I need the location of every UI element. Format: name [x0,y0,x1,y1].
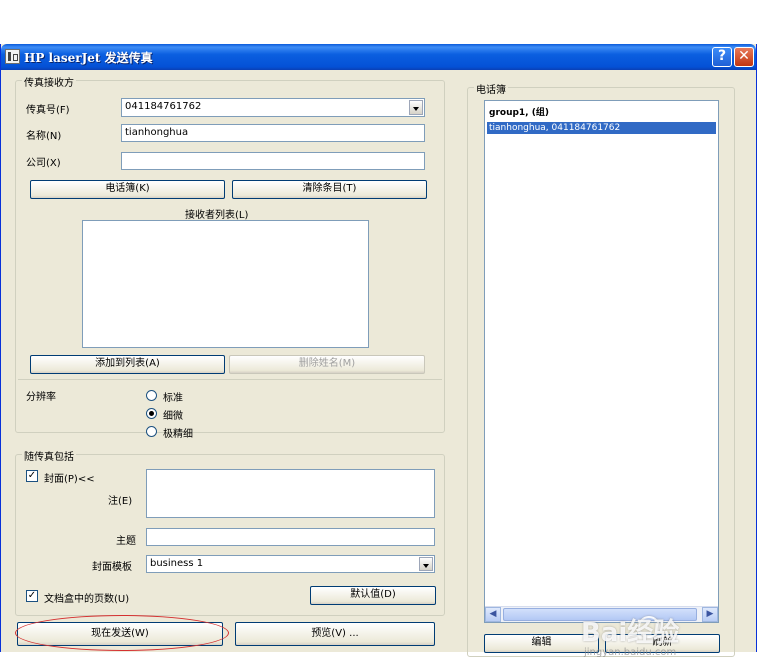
phonebook-entry[interactable]: group1, (组) [487,107,716,119]
recipient-group-title: 传真接收方 [22,74,76,89]
recipient-list-label: 接收者列表(L) [185,210,249,221]
watermark-brand: Bai经验 [581,618,680,648]
add-to-list-button[interactable]: 添加到列表(A) [30,355,225,374]
fax-number-value: 041184761762 [125,101,202,112]
send-fax-dialog: HP laserJet 发送传真 ? ✕ 传真接收方 传真号(F) 041184… [0,44,757,658]
phonebook-group: 电话簿 group1, (组) tianhonghua, 04118476176… [467,81,735,657]
recipient-list[interactable] [82,220,369,348]
cover-page-checkbox[interactable]: ✓ [26,470,38,482]
cover-template-value: business 1 [150,558,204,569]
note-textarea[interactable] [146,469,435,518]
company-label: 公司(X) [26,158,61,169]
default-button[interactable]: 默认值(D) [310,586,436,605]
clear-entry-button[interactable]: 清除条目(T) [232,180,427,199]
note-label: 注(E) [108,496,133,507]
page-count-label: 文档盒中的页数(U) [44,594,130,605]
preview-button[interactable]: 预览(V) ... [235,622,435,646]
phonebook-group-title: 电话簿 [474,81,508,96]
subject-label: 主题 [116,536,136,547]
resolution-superfine-label: 极精细 [163,429,193,440]
title-bar[interactable]: HP laserJet 发送传真 ? ✕ [1,44,756,70]
phonebook-list[interactable]: group1, (组) tianhonghua, 041184761762 ◀ … [484,100,719,623]
close-button[interactable]: ✕ [734,47,754,67]
resolution-label: 分辨率 [26,392,56,403]
resolution-fine-radio[interactable] [146,408,157,419]
help-button[interactable]: ? [712,47,732,67]
scroll-left-icon[interactable]: ◀ [485,607,501,622]
company-input[interactable] [121,152,425,170]
cover-template-select[interactable]: business 1 [146,555,435,573]
cover-template-label: 封面模板 [92,562,132,573]
subject-input[interactable] [146,528,435,546]
highlight-ellipse [15,615,229,651]
name-input[interactable]: tianhonghua [121,124,425,142]
remove-name-button[interactable]: 删除姓名(M) [229,355,425,374]
fax-number-label: 传真号(F) [26,105,70,116]
chevron-down-icon[interactable] [409,100,423,115]
scroll-right-icon[interactable]: ▶ [702,607,718,622]
include-group-title: 随传真包括 [22,448,76,463]
cover-page-label: 封面(P)<< [44,474,95,485]
page-count-checkbox[interactable]: ✓ [26,590,38,602]
name-label: 名称(N) [26,131,62,142]
resolution-fine-label: 细微 [163,411,183,422]
resolution-separator [18,379,442,380]
resolution-standard-radio[interactable] [146,390,157,401]
phonebook-entry-selected[interactable]: tianhonghua, 041184761762 [487,122,716,134]
include-group: 随传真包括 ✓ 封面(P)<< 注(E) 主题 封面模板 business 1 … [15,448,445,616]
window-title: HP laserJet 发送传真 [24,51,153,65]
recipient-group: 传真接收方 传真号(F) 041184761762 名称(N) tianhong… [15,74,445,433]
fax-icon [5,49,20,64]
resolution-standard-label: 标准 [163,393,183,404]
resolution-superfine-radio[interactable] [146,426,157,437]
phonebook-button[interactable]: 电话簿(K) [30,180,225,199]
fax-number-combobox[interactable]: 041184761762 [121,98,425,117]
chevron-down-icon[interactable] [419,557,433,571]
watermark-url: jingyan.baidu.com [584,647,677,658]
